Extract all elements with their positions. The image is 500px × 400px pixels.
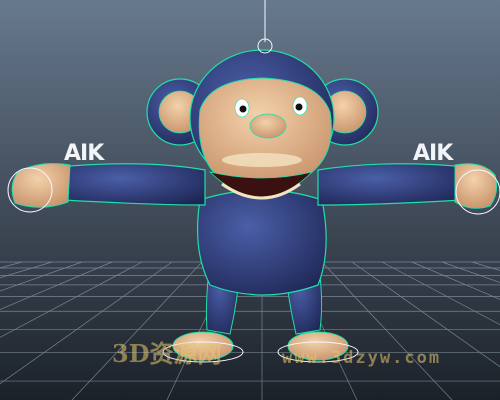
watermark-site-name: 3D资源网 (112, 339, 222, 368)
nose[interactable] (249, 113, 287, 139)
mouth-highlight (222, 153, 302, 167)
right-arm[interactable] (317, 163, 463, 206)
left-arm[interactable] (63, 163, 206, 206)
right-pupil (295, 103, 303, 111)
maya-viewport[interactable]: AIK AIK 3D资源网 www.3dzyw.com (0, 0, 500, 400)
torso[interactable] (196, 189, 327, 296)
left-ik-label: AIK (64, 141, 104, 166)
right-ik-label: AIK (413, 141, 453, 166)
watermark-url: www.3dzyw.com (282, 348, 442, 368)
left-pupil (239, 105, 247, 113)
viewport-scene[interactable] (0, 0, 500, 400)
